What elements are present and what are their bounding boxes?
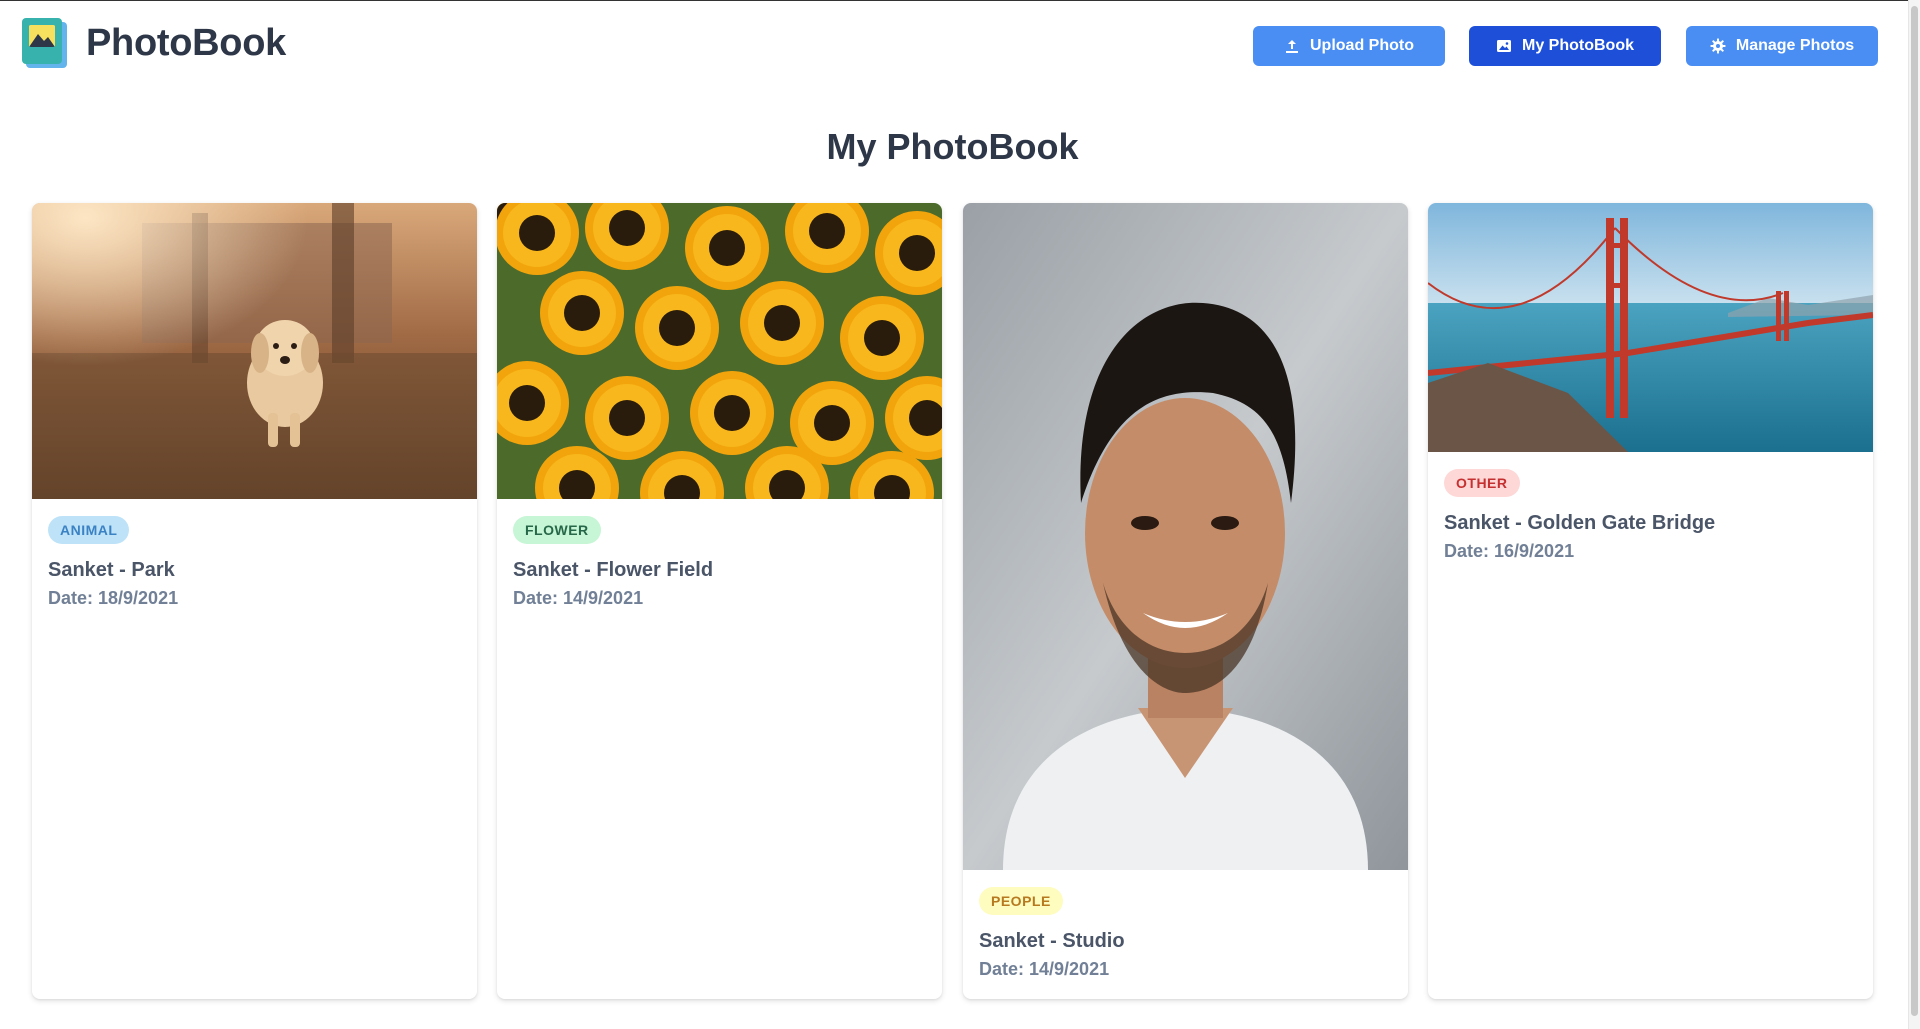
photo-date: Date: 14/9/2021 bbox=[513, 588, 644, 608]
gear-icon bbox=[1710, 38, 1726, 54]
upload-photo-label: Upload Photo bbox=[1310, 37, 1414, 54]
photo-title: Sanket - Flower Field bbox=[513, 559, 714, 581]
category-badge: ANIMAL bbox=[48, 516, 130, 544]
upload-icon bbox=[1286, 40, 1298, 53]
app-title: PhotoBook bbox=[86, 21, 286, 64]
photo-title: Sanket - Studio bbox=[979, 930, 1125, 952]
photo-card[interactable]: PEOPLE Sanket - Studio Date: 14/9/2021 bbox=[963, 203, 1408, 999]
photo-date: Date: 18/9/2021 bbox=[48, 588, 179, 608]
photo-title: Sanket - Park bbox=[48, 559, 175, 581]
scrollbar-thumb[interactable] bbox=[1911, 6, 1918, 1016]
app-logo[interactable]: PhotoBook bbox=[22, 18, 286, 68]
photo-title: Sanket - Golden Gate Bridge bbox=[1444, 512, 1716, 534]
category-badge: PEOPLE bbox=[979, 887, 1063, 915]
page-title: My PhotoBook bbox=[826, 126, 1079, 167]
vertical-scrollbar[interactable] bbox=[1908, 0, 1920, 1029]
photo-image[interactable] bbox=[32, 203, 477, 499]
photo-card[interactable]: OTHER Sanket - Golden Gate Bridge Date: … bbox=[1428, 203, 1873, 999]
category-badge: FLOWER bbox=[513, 516, 601, 544]
photo-date: Date: 16/9/2021 bbox=[1444, 541, 1575, 561]
app-header: PhotoBook Upload Photo My PhotoBook Mana… bbox=[0, 0, 1905, 90]
manage-photos-label: Manage Photos bbox=[1735, 37, 1855, 54]
upload-photo-button[interactable]: Upload Photo bbox=[1253, 26, 1445, 66]
photo-card[interactable]: ANIMAL Sanket - Park Date: 18/9/2021 bbox=[32, 203, 477, 999]
image-icon bbox=[1497, 40, 1511, 52]
my-photobook-label: My PhotoBook bbox=[1522, 37, 1634, 54]
photobook-logo-icon bbox=[22, 18, 68, 68]
photo-card[interactable]: FLOWER Sanket - Flower Field Date: 14/9/… bbox=[497, 203, 942, 999]
photo-image[interactable] bbox=[1428, 203, 1873, 452]
photo-image[interactable] bbox=[963, 203, 1408, 870]
photo-image[interactable] bbox=[497, 203, 942, 499]
category-badge: OTHER bbox=[1444, 469, 1520, 497]
photo-date: Date: 14/9/2021 bbox=[979, 959, 1110, 979]
manage-photos-button[interactable]: Manage Photos bbox=[1686, 26, 1878, 66]
my-photobook-button[interactable]: My PhotoBook bbox=[1469, 26, 1661, 66]
